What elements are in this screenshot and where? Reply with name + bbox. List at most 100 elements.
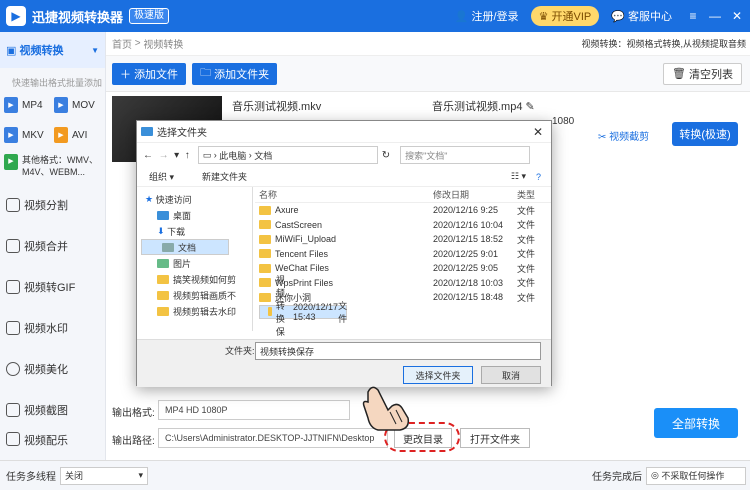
edit-icon[interactable]: ✎ — [526, 101, 535, 113]
select-folder-button[interactable]: 选择文件夹 — [403, 366, 473, 384]
sidebar-item-video-convert[interactable]: ▣ 视频转换 ▼ — [0, 32, 105, 68]
app-title: 迅捷视频转换器 — [32, 9, 124, 25]
help-icon[interactable]: ? — [536, 172, 541, 182]
menu-icon[interactable]: ≡ — [684, 9, 702, 23]
output-format-label: 输出格式: — [112, 408, 155, 419]
header-date[interactable]: 修改日期 — [433, 188, 517, 201]
output-settings: 输出格式: MP4 HD 1080P 输出路径: C:\Users\Admini… — [106, 400, 750, 460]
app-logo-icon: ▶ — [6, 6, 26, 26]
sidebar-item-beautify[interactable]: 视频美化 — [0, 348, 105, 389]
mov-icon: ▶ — [54, 97, 68, 113]
sidebar-item-watermark[interactable]: 视频水印 — [0, 307, 105, 348]
format-mov[interactable]: ▶ MOV — [54, 94, 104, 116]
folder-label: 文件夹: — [225, 346, 255, 356]
view-icon[interactable]: ☷ ▾ — [511, 171, 526, 182]
after-done-label: 任务完成后 — [592, 472, 642, 483]
close-icon[interactable]: ✕ — [533, 125, 543, 139]
gif-icon — [6, 279, 20, 294]
after-done-select[interactable]: ◎ 不采取任何操作 — [646, 466, 746, 485]
nav-tree: ★ 快速访问 桌面 ⬇ 下载 文档 图片 搞笑视频如何剪 视频剪辑画质不 视频剪… — [137, 187, 253, 331]
sidebar-item-music[interactable]: 视频配乐 — [0, 430, 105, 450]
clear-list-button[interactable]: 🗑 清空列表 — [662, 62, 742, 85]
tree-item-desktop[interactable]: 桌面 — [137, 207, 252, 223]
list-item-selected[interactable]: 视频转换保存2020/12/17 15:43文件 — [259, 275, 347, 350]
multi-thread-select[interactable]: 关闭 ▾ — [60, 466, 148, 485]
mp4-icon: ▶ — [4, 97, 18, 113]
convert-button[interactable]: 转换(极速) — [672, 122, 738, 146]
tree-item-downloads[interactable]: ⬇ 下载 — [137, 223, 252, 239]
sidebar-item-merge[interactable]: 视频合并 — [0, 225, 105, 266]
pc-icon: ▭ — [202, 149, 212, 160]
tree-item-folder-1[interactable]: 搞笑视频如何剪 — [137, 271, 252, 287]
tree-item-pictures[interactable]: 图片 — [137, 255, 252, 271]
list-item[interactable]: Axure 2020/12/16 9:25 文件 — [255, 203, 551, 218]
list-item[interactable]: MiWiFi_Upload 2020/12/15 18:52 文件 — [255, 232, 551, 247]
dialog-nav: ← → ▾ ↑ ▭ › 此电脑 › 文档 ↻ 搜索"文档" — [137, 143, 551, 167]
convert-all-button[interactable]: 全部转换 — [654, 408, 738, 438]
source-file-name: 音乐测试视频.mkv — [232, 101, 322, 113]
organize-button[interactable]: 组织 ▾ — [149, 170, 174, 183]
breadcrumb: 首页 > 视频转换 视频转换：视频格式转换,从视频提取音频 — [106, 32, 750, 56]
beautify-icon — [6, 361, 20, 376]
up-icon[interactable]: ↑ — [185, 150, 190, 161]
vip-button[interactable]: ♛ 开通VIP — [530, 6, 600, 26]
status-bar: 任务多线程 关闭 ▾ 任务完成后 ◎ 不采取任何操作 — [0, 460, 750, 490]
format-hint: 快速输出格式批量添加 — [12, 78, 103, 88]
address-bar[interactable]: ▭ › 此电脑 › 文档 — [197, 146, 378, 164]
sidebar-item-gif[interactable]: 视频转GIF — [0, 266, 105, 307]
list-item[interactable]: Tencent Files 2020/12/25 9:01 文件 — [255, 247, 551, 262]
output-path-label: 输出路径: — [112, 436, 155, 447]
output-format-select[interactable]: MP4 HD 1080P — [158, 400, 350, 420]
tree-item-folder-3[interactable]: 视频剪辑去水印 — [137, 303, 252, 319]
cancel-button[interactable]: 取消 — [481, 366, 541, 384]
folder-name-input[interactable]: 视频转换保存 — [255, 342, 541, 360]
header-type[interactable]: 类型 — [517, 188, 551, 201]
minimize-icon[interactable]: — — [706, 9, 724, 23]
dialog-command-bar: 组织 ▾ 新建文件夹 ☷ ▾ ? — [137, 167, 551, 187]
sidebar: ▣ 视频转换 ▼ 快速输出格式批量添加 ▶ MP4 ▶ MOV ▶ MKV ▶ AVI ▶… — [0, 32, 106, 460]
tree-item-documents[interactable]: 文档 — [141, 239, 229, 255]
user-icon: 👤 — [454, 10, 469, 23]
breadcrumb-current: 视频转换 — [143, 40, 184, 51]
sidebar-item-split[interactable]: 视频分割 — [0, 184, 105, 225]
format-mkv[interactable]: ▶ MKV — [4, 124, 54, 146]
refresh-icon[interactable]: ↻ — [382, 150, 390, 161]
tree-item-quick-access[interactable]: ★ 快速访问 — [137, 191, 252, 207]
tree-item-folder-2[interactable]: 视频剪辑画质不 — [137, 287, 252, 303]
feedback-link[interactable]: 💬 客服中心 — [611, 8, 672, 24]
scissors-icon: ✂ — [598, 132, 607, 143]
edition-badge: 极速版 — [129, 8, 170, 24]
sidebar-item-screenshot[interactable]: 视频截图 — [0, 389, 105, 430]
close-icon[interactable]: ✕ — [728, 9, 746, 23]
video-cut-button[interactable]: ✂ 视频截剪 — [598, 128, 649, 143]
split-icon — [6, 197, 20, 212]
list-item[interactable]: CastScreen 2020/12/16 10:04 文件 — [255, 218, 551, 233]
multi-thread-label: 任务多线程 — [6, 472, 56, 483]
pointing-hand-icon — [362, 386, 410, 431]
login-link[interactable]: 👤 注册/登录 — [455, 8, 519, 24]
music-icon — [6, 432, 20, 446]
dialog-title-bar: 选择文件夹 ✕ — [137, 121, 551, 143]
format-avi[interactable]: ▶ AVI — [54, 124, 104, 146]
chevron-down-icon[interactable]: ▾ — [174, 150, 179, 161]
list-header: 名称 修改日期 类型 — [255, 187, 551, 203]
screenshot-icon — [6, 402, 20, 417]
header-name[interactable]: 名称 — [255, 188, 433, 201]
avi-icon: ▶ — [54, 127, 68, 143]
add-file-button[interactable]: ＋ 添加文件 — [112, 62, 187, 85]
breadcrumb-home[interactable]: 首页 — [112, 36, 132, 51]
list-item[interactable]: WpsPrint Files 2020/12/18 10:03 文件 — [255, 276, 551, 291]
output-file-name[interactable]: 音乐测试视频.mp4 ✎ — [432, 98, 535, 114]
add-folder-button[interactable]: 🗀 添加文件夹 — [192, 62, 278, 85]
list-item[interactable]: WeChat Files 2020/12/25 9:05 文件 — [255, 261, 551, 276]
open-folder-button[interactable]: 打开文件夹 — [460, 428, 530, 448]
forward-icon[interactable]: → — [159, 150, 169, 161]
other-format-icon: ▶ — [4, 154, 18, 170]
format-other[interactable]: ▶ 其他格式：WMV、M4V、WEBM... — [0, 146, 105, 178]
format-mp4[interactable]: ▶ MP4 — [4, 94, 54, 116]
output-path-field[interactable]: C:\Users\Administrator.DESKTOP-JJTNIFN\D… — [158, 428, 388, 448]
new-folder-button[interactable]: 新建文件夹 — [202, 170, 247, 183]
dialog-search-input[interactable]: 搜索"文档" — [400, 146, 531, 164]
back-icon[interactable]: ← — [143, 150, 153, 161]
dialog-title: 选择文件夹 — [157, 128, 207, 139]
